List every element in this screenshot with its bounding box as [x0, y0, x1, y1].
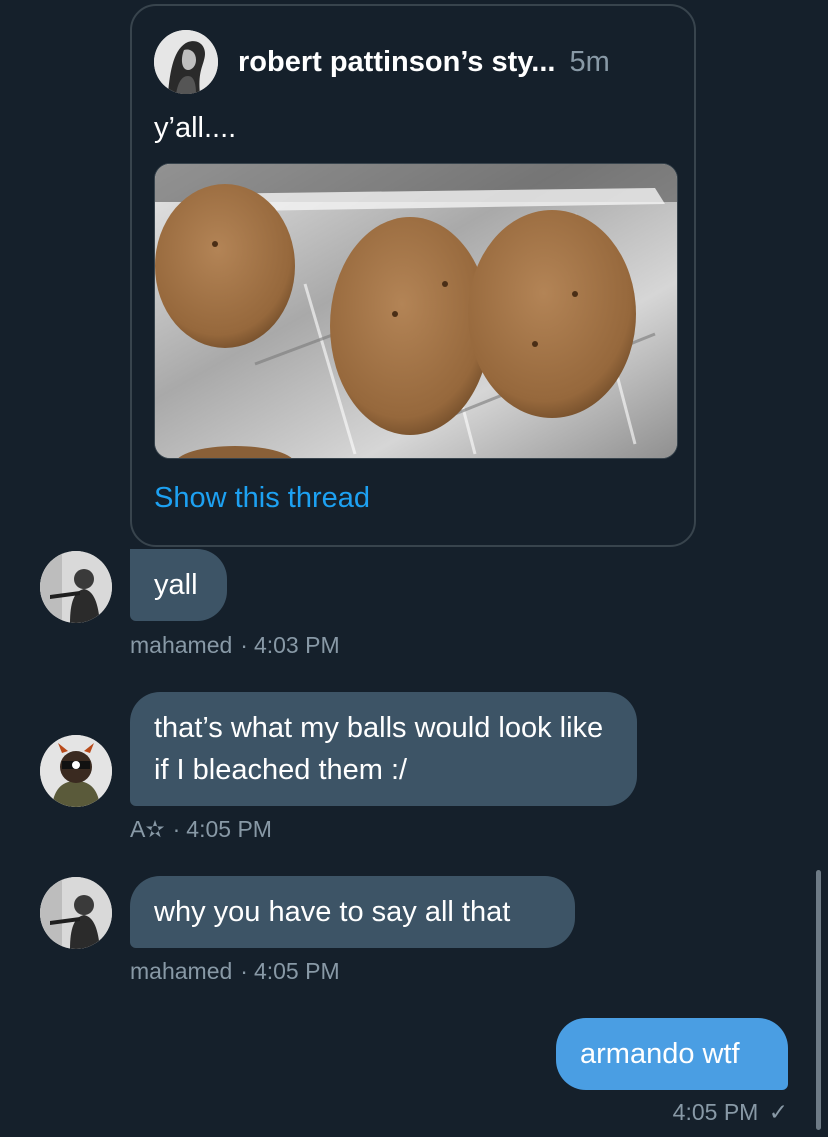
check-icon: ✓	[768, 1099, 788, 1125]
tweet-author-name[interactable]: robert pattinson’s sty...	[238, 46, 555, 79]
quoted-tweet-card[interactable]: robert pattinson’s sty... 5m y’all.... S…	[130, 4, 696, 547]
message-sender: A✫	[130, 816, 165, 842]
message-time: 4:05 PM	[186, 816, 272, 842]
message-text: that’s what my balls would look like if …	[154, 712, 604, 786]
message-text: why you have to say all that	[154, 896, 511, 928]
avatar[interactable]	[40, 551, 112, 623]
outgoing-message-meta: 4:05 PM ✓	[673, 1099, 788, 1126]
scrollbar[interactable]	[816, 870, 821, 1130]
message-time: 4:03 PM	[253, 632, 340, 658]
tweet-author-avatar	[154, 30, 218, 94]
message-time: 4:05 PM	[672, 1099, 759, 1125]
message-bubble[interactable]: why you have to say all that	[130, 876, 575, 948]
outgoing-message-bubble[interactable]: armando wtf	[556, 1018, 788, 1090]
tweet-text: y’all....	[154, 112, 237, 144]
message-text: armando wtf	[580, 1038, 740, 1070]
message-sender: mahamed	[130, 958, 233, 984]
show-thread-link[interactable]: Show this thread	[154, 482, 370, 515]
message-meta: A✫ · 4:05 PM	[130, 816, 272, 842]
tweet-timestamp: 5m	[569, 45, 610, 78]
tweet-media-image[interactable]	[154, 163, 678, 459]
avatar[interactable]	[40, 735, 112, 807]
message-meta: mahamed · 4:03 PM	[130, 632, 340, 658]
avatar[interactable]	[40, 877, 112, 949]
message-meta: mahamed · 4:05 PM	[130, 958, 340, 984]
message-time: 4:05 PM	[253, 958, 340, 984]
message-sender: mahamed	[130, 632, 233, 658]
message-bubble[interactable]: yall	[130, 549, 227, 621]
tweet-header: robert pattinson’s sty... 5m	[154, 30, 610, 94]
message-bubble[interactable]: that’s what my balls would look like if …	[130, 692, 637, 806]
message-text: yall	[154, 569, 198, 601]
